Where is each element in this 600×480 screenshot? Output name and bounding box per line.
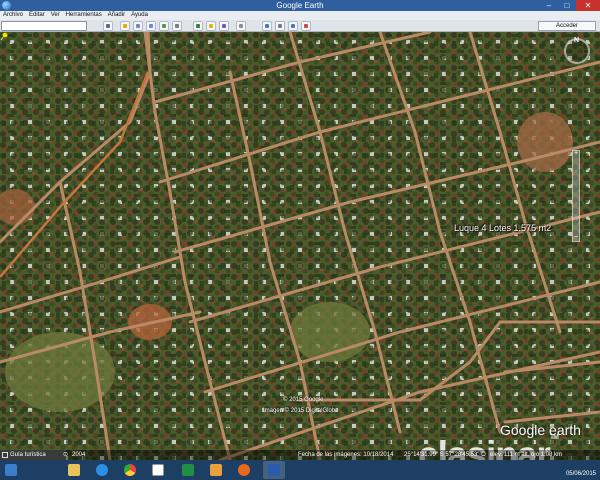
add-path-button[interactable] <box>146 21 156 31</box>
view-in-maps-button[interactable] <box>301 21 311 31</box>
save-image-button[interactable] <box>288 21 298 31</box>
planets-button[interactable] <box>219 21 229 31</box>
sidebar-toggle-button[interactable] <box>103 21 113 31</box>
outlook-icon[interactable] <box>205 461 227 479</box>
satellite-map[interactable]: N + − Luque 4 Lotes 1.575 m2 © 2015 Goog… <box>0 32 600 460</box>
tour-guide-label: Guía turística <box>10 452 46 458</box>
close-button[interactable]: ✕ <box>576 0 600 11</box>
coordinates: 25°14'31.99" S 57°28'45.53" O <box>404 452 486 458</box>
search-input[interactable] <box>1 21 87 31</box>
add-overlay-button[interactable] <box>159 21 169 31</box>
window-title: Google Earth <box>276 1 324 10</box>
file-explorer-icon[interactable] <box>63 461 85 479</box>
tour-guide-icon <box>2 452 8 458</box>
record-tour-button[interactable] <box>172 21 182 31</box>
satellite-imagery <box>0 32 600 460</box>
excel-icon[interactable] <box>177 461 199 479</box>
tour-guide-tab[interactable]: Guía turística <box>0 450 66 460</box>
clock-icon: ⊙ <box>63 452 69 458</box>
status-bar: Guía turística ⊙ 2004 Fecha de las imáge… <box>0 450 600 460</box>
zoom-in-icon[interactable]: + <box>572 150 580 158</box>
firefox-icon[interactable] <box>233 461 255 479</box>
title-bar: Google Earth – □ ✕ <box>0 0 600 11</box>
compass-control[interactable]: N <box>564 37 590 64</box>
historical-imagery-button[interactable] <box>193 21 203 31</box>
copyright-imagery: Imagen © 2015 DigitalGlobe <box>263 408 339 414</box>
zoom-out-icon[interactable]: − <box>572 234 580 242</box>
print-button[interactable] <box>275 21 285 31</box>
taskbar: 05/06/2015 <box>0 460 600 480</box>
google-earth-icon <box>2 1 11 10</box>
signin-button[interactable]: Acceder <box>538 21 596 31</box>
menu-ver[interactable]: Ver <box>48 11 63 20</box>
minimize-button[interactable]: – <box>540 0 558 11</box>
menu-editar[interactable]: Editar <box>26 11 48 20</box>
maximize-button[interactable]: □ <box>558 0 576 11</box>
imagery-year: 2004 <box>72 452 86 458</box>
email-button[interactable] <box>262 21 272 31</box>
watermark-trademark: TM <box>549 434 559 441</box>
menu-ayuda[interactable]: Ayuda <box>128 11 151 20</box>
elevation: elev. 111 m alt. ojo 1.08 km <box>490 452 563 458</box>
chrome-icon[interactable] <box>119 461 141 479</box>
ie-icon[interactable] <box>91 461 113 479</box>
copyright-google: © 2015 Google <box>283 397 324 403</box>
menu-bar: Archivo Editar Ver Herramientas Añadir Ayuda <box>0 11 600 20</box>
toolbar: Acceder <box>0 20 600 32</box>
menu-herramientas[interactable]: Herramientas <box>63 11 105 20</box>
placemark-label[interactable]: Luque 4 Lotes 1.575 m2 <box>454 223 551 233</box>
spreadsheet-icon[interactable] <box>147 461 169 479</box>
sunlight-button[interactable] <box>206 21 216 31</box>
menu-anadir[interactable]: Añadir <box>105 11 128 20</box>
start-button[interactable] <box>0 461 22 479</box>
word-icon[interactable] <box>263 461 285 479</box>
ruler-button[interactable] <box>236 21 246 31</box>
add-polygon-button[interactable] <box>133 21 143 31</box>
taskbar-date: 05/06/2015 <box>565 471 596 477</box>
menu-archivo[interactable]: Archivo <box>0 11 26 20</box>
zoom-slider[interactable]: + − <box>572 150 580 242</box>
pushpin-icon[interactable] <box>0 32 8 41</box>
compass-north-label: N <box>574 37 580 44</box>
imagery-date: Fecha de las imágenes: 10/18/2014 <box>298 452 394 458</box>
add-placemark-button[interactable] <box>120 21 130 31</box>
